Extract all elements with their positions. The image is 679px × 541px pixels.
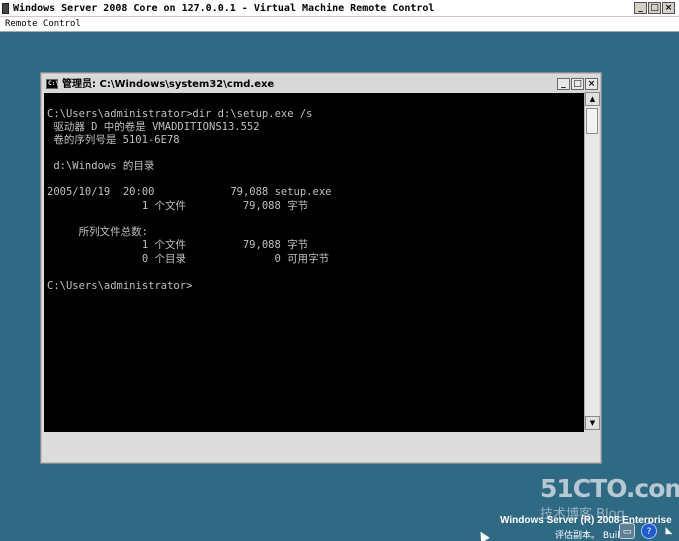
os-eval-text: 评估副本。 Build (555, 531, 626, 541)
console-line: 1 个文件 79,088 字节 (47, 200, 309, 212)
cmd-restore-button[interactable]: □ (571, 78, 584, 90)
cmd-minimize-button[interactable]: _ (557, 78, 570, 90)
cmd-titlebar[interactable]: C:\ 管理员: C:\Windows\system32\cmd.exe _ □… (44, 76, 598, 93)
outer-window-title: Windows Server 2008 Core on 127.0.0.1 - … (13, 3, 435, 14)
flag-icon[interactable]: ◣ (661, 523, 677, 539)
console-scrollbar[interactable]: ▲ ▼ (584, 92, 600, 430)
watermark-site: 51CTO.com (540, 474, 679, 503)
monitor-icon[interactable]: ▭ (619, 523, 635, 539)
cmd-window: C:\ 管理员: C:\Windows\system32\cmd.exe _ □… (40, 72, 602, 464)
cmd-icon: C:\ (46, 79, 59, 89)
console-line: 1 个文件 79,088 字节 (47, 239, 309, 251)
console-line: 0 个目录 0 可用字节 (47, 253, 330, 265)
console-line: 驱动器 D 中的卷是 VMADDITIONS13.552 (47, 121, 260, 133)
console-line: d:\Windows 的目录 (47, 160, 155, 172)
menu-remote-control[interactable]: Remote Control (5, 19, 81, 29)
console-line: 2005/10/19 20:00 79,088 setup.exe (47, 186, 332, 198)
outer-titlebar: Windows Server 2008 Core on 127.0.0.1 - … (0, 0, 679, 17)
menubar: Remote Control (0, 17, 679, 32)
scroll-down-button[interactable]: ▼ (585, 416, 600, 430)
console-line: 所列文件总数: (47, 226, 148, 238)
console-line: C:\Users\administrator>dir d:\setup.exe … (47, 108, 313, 120)
cmd-window-title: 管理员: C:\Windows\system32\cmd.exe (62, 79, 275, 90)
vm-window-icon (2, 3, 9, 14)
scroll-up-button[interactable]: ▲ (585, 92, 600, 106)
outer-close-button[interactable]: × (662, 2, 675, 14)
outer-restore-button[interactable]: □ (648, 2, 661, 14)
console-prompt: C:\Users\administrator> (47, 280, 193, 292)
outer-minimize-button[interactable]: _ (634, 2, 647, 14)
console-output[interactable]: C:\Users\administrator>dir d:\setup.exe … (44, 93, 584, 432)
scroll-thumb[interactable] (586, 108, 598, 134)
console-line: 卷的序列号是 5101-6E78 (47, 134, 180, 146)
cmd-close-button[interactable]: × (585, 78, 598, 90)
help-icon[interactable]: ? (641, 523, 657, 539)
